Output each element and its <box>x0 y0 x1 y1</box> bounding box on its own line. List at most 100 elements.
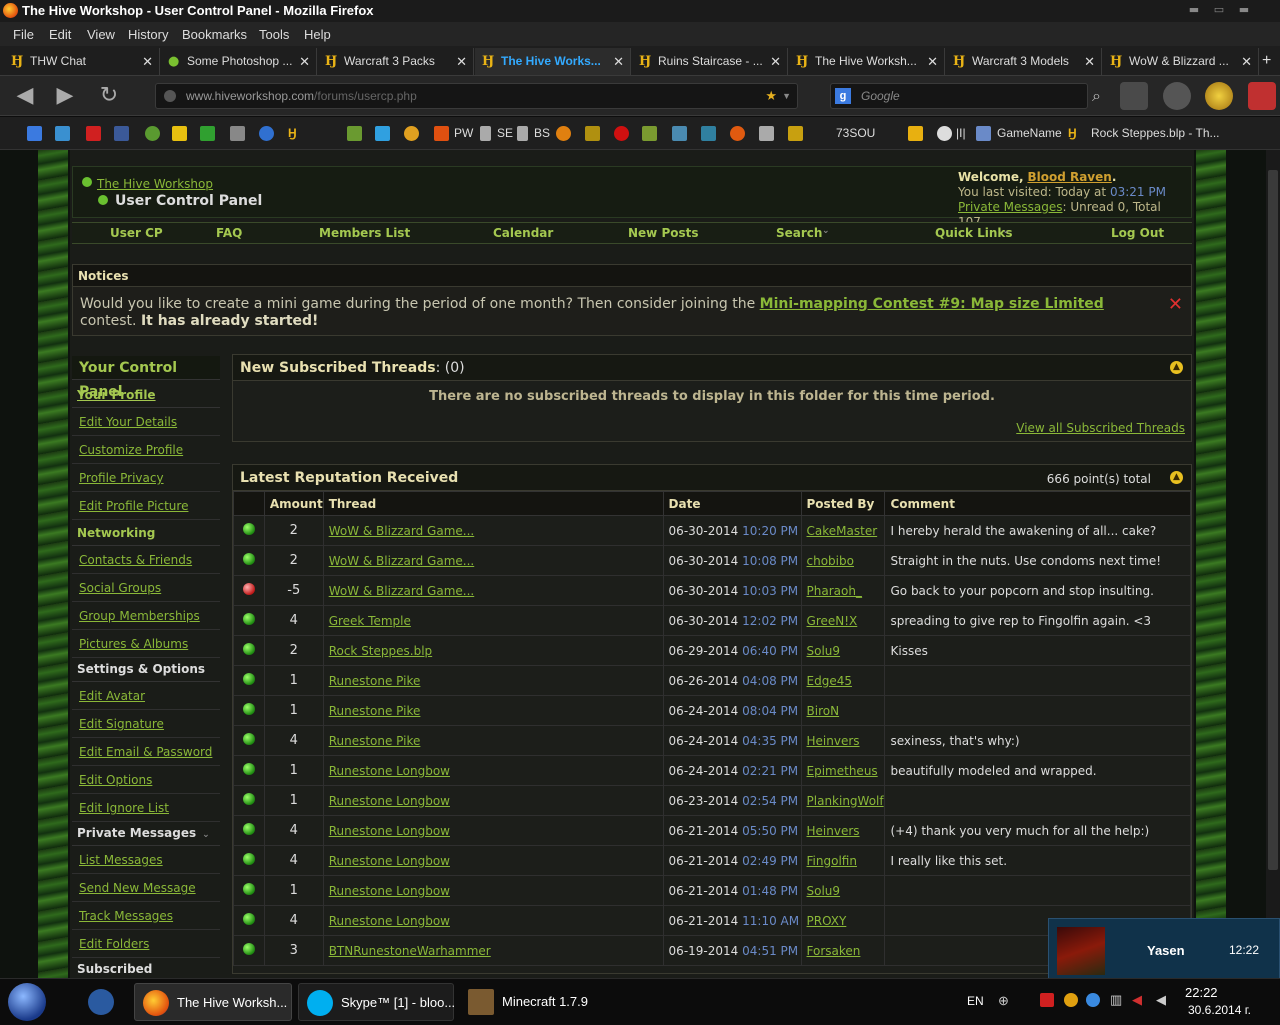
posted-by-link[interactable]: Edge45 <box>800 665 886 696</box>
forward-button[interactable]: ▶ <box>52 84 78 108</box>
tab-hive-2[interactable]: Ӈ The Hive Worksh... ✕ <box>789 48 945 75</box>
flame-icon[interactable] <box>556 126 571 141</box>
facebook-icon[interactable] <box>114 126 129 141</box>
menu-view[interactable]: View <box>87 27 115 42</box>
posted-by-link[interactable]: Pharaoh_ <box>800 575 886 606</box>
nav-calendar[interactable]: Calendar <box>493 226 553 240</box>
collapse-icon[interactable]: ▲ <box>1170 361 1183 374</box>
sidebar-item-edit-folders[interactable]: Edit Folders <box>72 930 220 958</box>
image-icon[interactable] <box>347 126 362 141</box>
tab-wc3-models[interactable]: Ӈ Warcraft 3 Models ✕ <box>946 48 1102 75</box>
search-input[interactable]: g Google <box>830 83 1088 109</box>
breadcrumb-home[interactable]: The Hive Workshop <box>97 177 213 191</box>
crown-icon[interactable] <box>788 126 803 141</box>
language-indicator[interactable]: EN <box>967 994 984 1008</box>
sidebar-item-profile-privacy[interactable]: Profile Privacy <box>72 464 220 492</box>
thread-link[interactable]: Runestone Pike <box>322 695 664 726</box>
circle-icon[interactable] <box>937 126 952 141</box>
grid-icon[interactable] <box>908 126 923 141</box>
sidebar-item-edit-avatar[interactable]: Edit Avatar <box>72 682 220 710</box>
house-icon[interactable] <box>200 126 215 141</box>
private-messages-link[interactable]: Private Messages <box>958 200 1063 214</box>
sidebar-item-customize-profile[interactable]: Customize Profile <box>72 436 220 464</box>
nav-members-list[interactable]: Members List <box>319 226 410 240</box>
posted-by-link[interactable]: Heinvers <box>800 725 886 756</box>
nav-log-out[interactable]: Log Out <box>1111 226 1164 240</box>
close-tab-icon[interactable]: ✕ <box>299 48 310 75</box>
close-tab-icon[interactable]: ✕ <box>456 48 467 75</box>
bookmark-pw[interactable]: PW <box>454 126 473 140</box>
globe-icon[interactable] <box>259 126 274 141</box>
com-icon[interactable] <box>642 126 657 141</box>
tab-ruins[interactable]: Ӈ Ruins Staircase - ... ✕ <box>632 48 788 75</box>
thread-link[interactable]: Runestone Longbow <box>322 875 664 906</box>
posted-by-link[interactable]: Solu9 <box>800 875 886 906</box>
dismiss-notice-icon[interactable]: ✕ <box>1168 294 1183 315</box>
green-circle-icon[interactable] <box>145 126 160 141</box>
tools-icon[interactable] <box>672 126 687 141</box>
start-button[interactable] <box>8 983 46 1021</box>
thread-link[interactable]: Runestone Pike <box>322 725 664 756</box>
bookmark-star-icon[interactable]: ★ <box>765 84 777 108</box>
drive-icon[interactable] <box>404 126 419 141</box>
maximize-button[interactable]: ▭ <box>1213 4 1225 15</box>
sidebar-item-group-memberships[interactable]: Group Memberships <box>72 602 220 630</box>
sidebar-item-contacts[interactable]: Contacts & Friends <box>72 546 220 574</box>
youtube-icon[interactable] <box>86 126 101 141</box>
search-icon[interactable]: ⌕ <box>1092 86 1101 106</box>
close-tab-icon[interactable]: ✕ <box>927 48 938 75</box>
close-tab-icon[interactable]: ✕ <box>1084 48 1095 75</box>
clock-date[interactable]: 30.6.2014 г. <box>1188 1003 1251 1017</box>
url-bar[interactable]: www.hiveworkshop.com/forums/usercp.php ★… <box>155 83 798 109</box>
thread-link[interactable]: WoW & Blizzard Game... <box>322 515 664 546</box>
close-button[interactable]: ▬ <box>1238 4 1250 15</box>
posted-by-link[interactable]: chobibo <box>800 545 886 576</box>
posted-by-link[interactable]: Epimetheus <box>800 755 886 786</box>
history-icon[interactable] <box>1163 82 1191 110</box>
tab-wc3-packs[interactable]: Ӈ Warcraft 3 Packs ✕ <box>318 48 474 75</box>
bookmark-se[interactable]: SE <box>497 126 513 140</box>
sidebar-item-edit-email[interactable]: Edit Email & Password <box>72 738 220 766</box>
volume-muted-icon[interactable]: ◀ <box>1132 992 1142 1008</box>
thread-link[interactable]: BTNRunestoneWarhammer <box>322 935 664 966</box>
google-icon[interactable] <box>27 126 42 141</box>
close-tab-icon[interactable]: ✕ <box>142 48 153 75</box>
page-icon[interactable] <box>517 126 528 141</box>
menu-bookmarks[interactable]: Bookmarks <box>182 27 247 42</box>
folder-icon[interactable] <box>172 126 187 141</box>
sidebar-item-social-groups[interactable]: Social Groups <box>72 574 220 602</box>
download-icon[interactable] <box>1205 82 1233 110</box>
scrollbar-thumb[interactable] <box>1268 170 1278 870</box>
posted-by-link[interactable]: CakeMaster <box>800 515 886 546</box>
posted-by-link[interactable]: Heinvers <box>800 815 886 846</box>
tray-icon[interactable] <box>1040 993 1054 1007</box>
thread-link[interactable]: Runestone Longbow <box>322 845 664 876</box>
play-icon[interactable] <box>375 126 390 141</box>
bookmark-ii[interactable]: |I| <box>956 126 966 140</box>
translate-icon[interactable] <box>55 126 70 141</box>
thread-link[interactable]: WoW & Blizzard Game... <box>322 545 664 576</box>
thread-link[interactable]: Runestone Longbow <box>322 755 664 786</box>
back-button[interactable]: ◀ <box>12 84 38 108</box>
menu-help[interactable]: Help <box>304 27 331 42</box>
chevron-down-icon[interactable]: ⌄ <box>822 226 830 236</box>
sidebar-item-list-messages[interactable]: List Messages <box>72 846 220 874</box>
nav-new-posts[interactable]: New Posts <box>628 226 699 240</box>
bookmark-gamename[interactable]: GameName <box>997 126 1062 140</box>
tab-thw-chat[interactable]: Ӈ THW Chat ✕ <box>4 48 160 75</box>
sidebar-item-ignore-list[interactable]: Edit Ignore List <box>72 794 220 822</box>
posted-by-link[interactable]: Solu9 <box>800 635 886 666</box>
posted-by-link[interactable]: GreeN!X <box>800 605 886 636</box>
sidebar-item-edit-details[interactable]: Edit Your Details <box>72 408 220 436</box>
nav-quick-links[interactable]: Quick Links <box>935 226 1013 240</box>
thread-link[interactable]: Greek Temple <box>322 605 664 636</box>
new-tab-button[interactable]: + <box>1262 52 1271 70</box>
skype-notification[interactable]: Yasen 12:22 <box>1048 918 1280 980</box>
posted-by-link[interactable]: Fingolfin <box>800 845 886 876</box>
network-icon[interactable]: ▥ <box>1110 992 1122 1008</box>
taskbar-skype[interactable]: Skype™ [1] - bloo... <box>298 983 455 1021</box>
menu-history[interactable]: History <box>128 27 168 42</box>
thread-link[interactable]: Rock Steppes.blp <box>322 635 664 666</box>
taskbar-firefox[interactable]: The Hive Worksh... <box>134 983 292 1021</box>
hive-icon[interactable]: Ӈ <box>1068 126 1083 141</box>
